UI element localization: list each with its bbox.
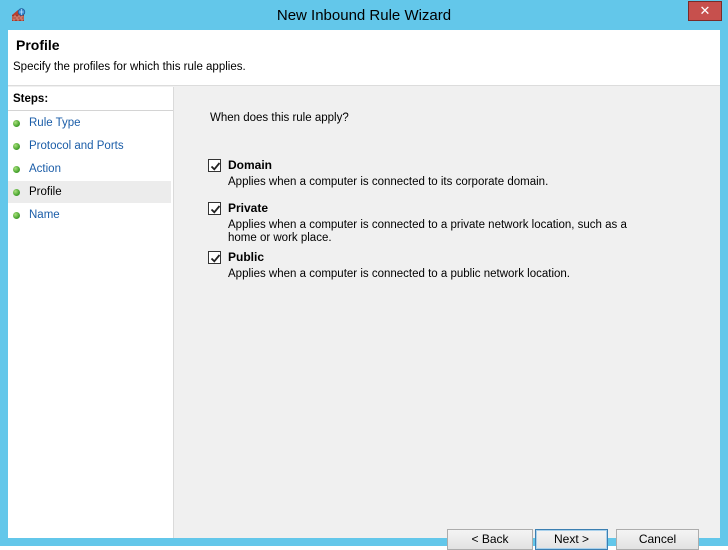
private-label[interactable]: Private	[228, 201, 268, 215]
public-description: Applies when a computer is connected to …	[228, 268, 571, 280]
green-dot-icon	[13, 189, 20, 196]
step-profile[interactable]: Profile	[8, 181, 171, 203]
green-dot-icon	[13, 212, 20, 219]
window-title: New Inbound Rule Wizard	[276, 7, 452, 24]
public-checkbox[interactable]	[208, 251, 221, 264]
checkmark-icon	[210, 205, 221, 214]
domain-description: Applies when a computer is connected to …	[228, 176, 549, 188]
checkmark-icon	[210, 162, 221, 171]
wizard-client-area: Profile Specify the profiles for which t…	[8, 30, 720, 550]
page-description: Specify the profiles for which this rule…	[13, 61, 246, 73]
main-content: When does this rule apply? Domain Applie…	[175, 87, 720, 550]
step-protocol-and-ports[interactable]: Protocol and Ports	[8, 135, 171, 157]
green-dot-icon	[13, 166, 20, 173]
page-header: Profile Specify the profiles for which t…	[8, 30, 720, 86]
green-dot-icon	[13, 120, 20, 127]
step-label: Profile	[29, 186, 62, 198]
wizard-window: New Inbound Rule Wizard ✕ Profile Specif…	[0, 0, 728, 550]
cancel-button[interactable]: Cancel	[616, 529, 699, 550]
private-description: Applies when a computer is connected to …	[228, 219, 627, 244]
next-button[interactable]: Next >	[535, 529, 608, 550]
green-dot-icon	[13, 143, 20, 150]
private-checkbox[interactable]	[208, 202, 221, 215]
page-title: Profile	[16, 37, 60, 53]
back-button[interactable]: < Back	[447, 529, 533, 550]
step-name[interactable]: Name	[8, 204, 171, 226]
question-text: When does this rule apply?	[210, 112, 349, 124]
steps-title: Steps:	[13, 93, 49, 105]
step-label: Protocol and Ports	[29, 140, 124, 152]
domain-checkbox[interactable]	[208, 159, 221, 172]
step-label: Rule Type	[29, 117, 81, 129]
step-action[interactable]: Action	[8, 158, 171, 180]
close-button[interactable]: ✕	[688, 1, 722, 21]
checkmark-icon	[210, 254, 221, 263]
step-label: Name	[29, 209, 60, 221]
public-label[interactable]: Public	[228, 250, 264, 264]
close-icon: ✕	[699, 3, 711, 19]
steps-pane: Steps: Rule Type Protocol and Ports Acti…	[8, 87, 174, 538]
steps-divider	[8, 110, 173, 111]
domain-label[interactable]: Domain	[228, 158, 272, 172]
step-label: Action	[29, 163, 61, 175]
title-bar[interactable]: New Inbound Rule Wizard ✕	[0, 0, 728, 30]
step-rule-type[interactable]: Rule Type	[8, 112, 171, 134]
